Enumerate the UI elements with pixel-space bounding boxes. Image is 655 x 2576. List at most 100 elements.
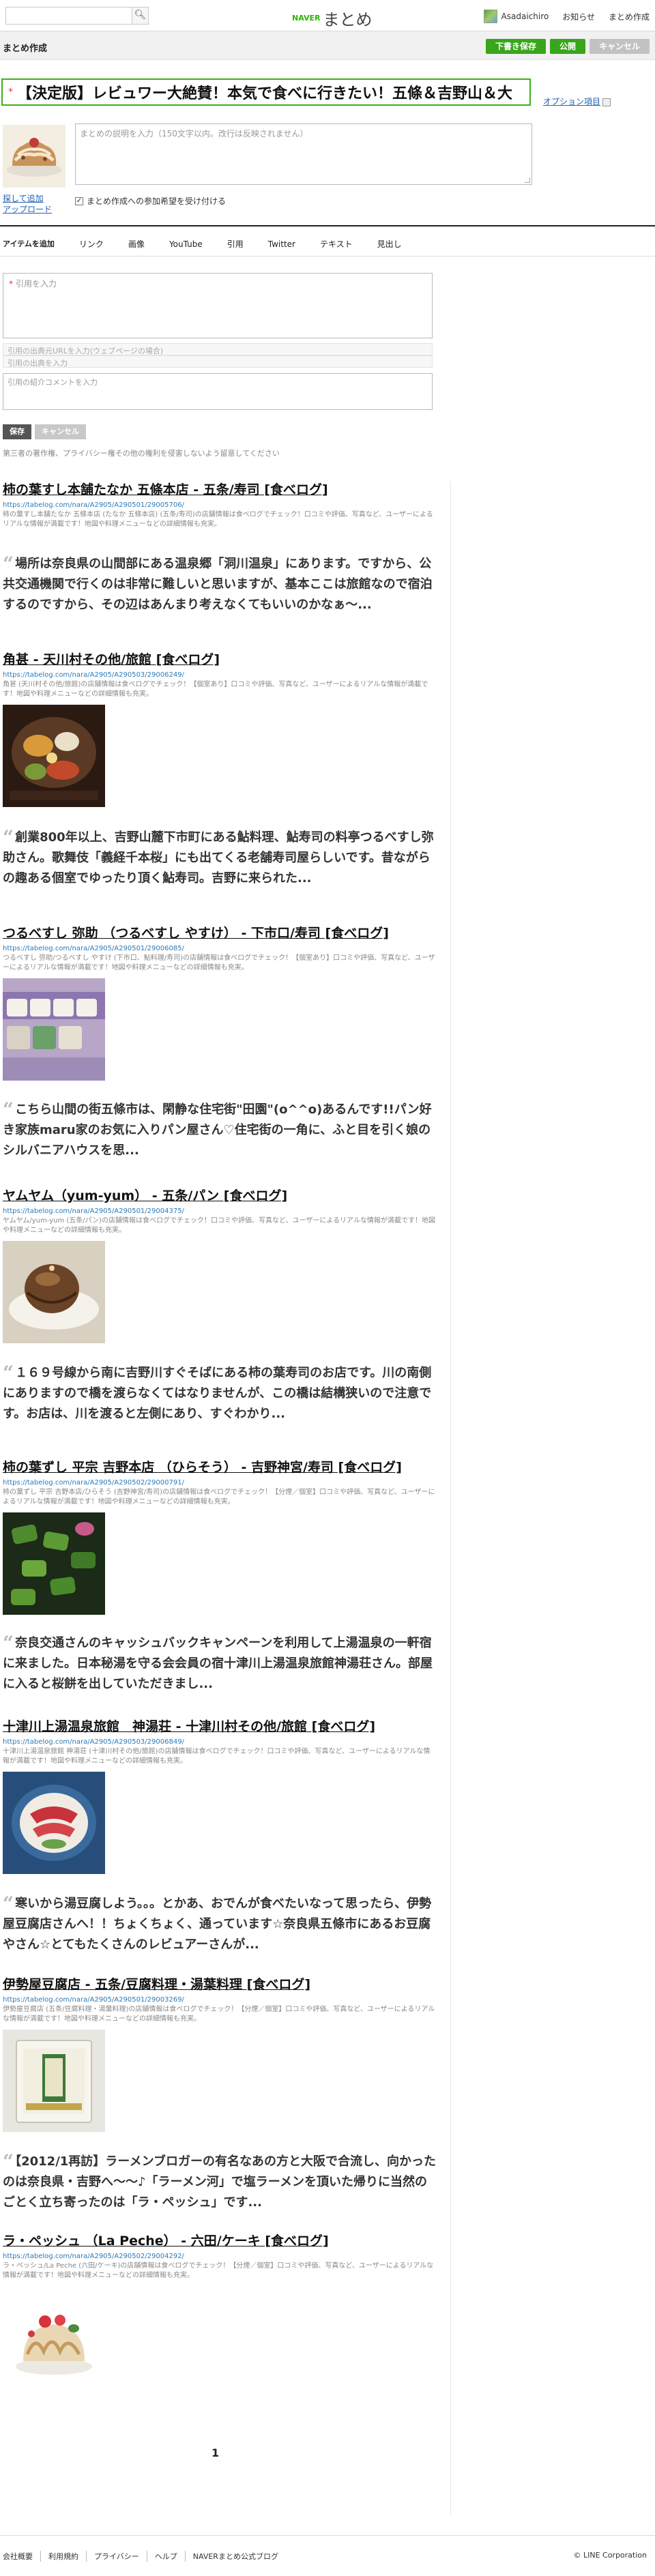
- footer: 会社概要 利用規約 プライバシー ヘルプ NAVERまとめ公式ブログ © LIN…: [0, 2535, 655, 2576]
- list-item-link: 十津川上湯温泉旅館 神湯荘 - 十津川村その他/旅館 [食べログ] https:…: [3, 1718, 439, 1874]
- link-title[interactable]: 伊勢屋豆腐店 - 五条/豆腐料理・湯葉料理 [食べログ]: [3, 1976, 439, 1993]
- list-item-quote: “創業800年以上、吉野山麓下市町にある鮎料理、鮎寿司の料亭つるべすし弥助さん。…: [3, 828, 439, 889]
- footer-link-help[interactable]: ヘルプ: [146, 2551, 185, 2562]
- quote-placeholder: 引用を入力: [16, 279, 57, 289]
- footer-links: 会社概要 利用規約 プライバシー ヘルプ NAVERまとめ公式ブログ: [3, 2551, 286, 2562]
- intro-comment-textarea[interactable]: 引用の紹介コメントを入力: [3, 373, 433, 410]
- option-toggle-icon: [602, 98, 611, 106]
- link-url[interactable]: https://tabelog.com/nara/A2905/A290501/2…: [3, 501, 439, 509]
- required-mark: *: [8, 87, 13, 98]
- link-title[interactable]: 角甚 - 天川村その他/旅館 [食べログ]: [3, 651, 439, 669]
- matome-title-value: 【決定版】レビュワー大絶賛！本気で食べに行きたい！五條＆吉野山＆大: [17, 85, 513, 102]
- description-textarea[interactable]: まとめの説明を入力（150文字以内。改行は反映されません）: [75, 123, 532, 185]
- upload-link[interactable]: アップロード: [3, 204, 52, 215]
- link-url[interactable]: https://tabelog.com/nara/A2905/A290502/2…: [3, 1479, 439, 1487]
- tab-text[interactable]: テキスト: [308, 232, 365, 257]
- matome-title-input[interactable]: * 【決定版】レビュワー大絶賛！本気で食べに行きたい！五條＆吉野山＆大: [1, 78, 531, 106]
- search-icon[interactable]: 🔍︎: [132, 8, 148, 24]
- save-draft-button[interactable]: 下書き保存: [485, 39, 546, 54]
- quote-mark-icon: “: [3, 1362, 14, 1384]
- quote-text: 奈良交通さんのキャッシュバックキャンペーンを利用して上湯温泉の一軒宿に来ました。…: [3, 1636, 433, 1691]
- column-divider: [450, 482, 451, 2515]
- footer-link-privacy[interactable]: プライバシー: [86, 2551, 147, 2562]
- link-title[interactable]: 柿の葉すし本舗たなか 五條本店 - 五条/寿司 [食べログ]: [3, 481, 439, 499]
- link-title[interactable]: ヤムヤム（yum-yum） - 五条/パン [食べログ]: [3, 1187, 439, 1205]
- link-thumbnail-image[interactable]: [3, 2286, 105, 2388]
- link-thumbnail-image[interactable]: [3, 1772, 105, 1874]
- list-item-link: 伊勢屋豆腐店 - 五条/豆腐料理・湯葉料理 [食べログ] https://tab…: [3, 1976, 439, 2132]
- link-url[interactable]: https://tabelog.com/nara/A2905/A290501/2…: [3, 1208, 439, 1215]
- participation-label: まとめ作成への参加希望を受け付ける: [87, 196, 227, 206]
- resize-grip-icon[interactable]: [525, 177, 530, 183]
- add-item-tabbar: アイテムを追加 リンク 画像 YouTube 引用 Twitter テキスト 見…: [0, 232, 655, 257]
- tab-twitter[interactable]: Twitter: [256, 232, 308, 257]
- pagination-current[interactable]: 1: [212, 2446, 219, 2459]
- quote-cancel-button[interactable]: キャンセル: [35, 424, 86, 439]
- link-url[interactable]: https://tabelog.com/nara/A2905/A290502/2…: [3, 2253, 439, 2260]
- tab-quote[interactable]: 引用: [215, 232, 256, 257]
- option-items-label: オプション項目: [543, 97, 601, 106]
- footer-link-company[interactable]: 会社概要: [3, 2551, 40, 2562]
- publish-button[interactable]: 公開: [549, 39, 585, 54]
- list-item-quote: “【2012/1再訪】ラーメンブロガーの有名なあの方と大阪で合流し、向かったのは…: [3, 2152, 439, 2213]
- nav-notifications[interactable]: お知らせ: [562, 11, 595, 23]
- link-url[interactable]: https://tabelog.com/nara/A2905/A290503/2…: [3, 1738, 439, 1746]
- nav-create-matome[interactable]: まとめ作成: [609, 11, 650, 23]
- quote-save-button[interactable]: 保存: [3, 424, 31, 439]
- link-url[interactable]: https://tabelog.com/nara/A2905/A290501/2…: [3, 1996, 439, 2004]
- link-thumbnail-image[interactable]: [3, 978, 105, 1081]
- quote-text: こちら山間の街五條市は、閑静な住宅街"田園"(o^^o)あるんです!!パン好き家…: [3, 1102, 432, 1158]
- user-menu[interactable]: Asadaichiro: [483, 10, 549, 23]
- list-item-quote: “奈良交通さんのキャッシュバックキャンペーンを利用して上湯温泉の一軒宿に来ました…: [3, 1633, 439, 1695]
- list-item-link: つるべすし 弥助 （つるべすし やすけ） - 下市口/寿司 [食べログ] htt…: [3, 924, 439, 1081]
- link-url[interactable]: https://tabelog.com/nara/A2905/A290503/2…: [3, 671, 439, 679]
- rights-notice: 第三者の著作権、プライバシー権その他の権利を侵害しないよう留意してください: [3, 449, 280, 458]
- participation-checkbox-row[interactable]: ✓ まとめ作成への参加希望を受け付ける: [75, 195, 226, 207]
- link-title[interactable]: 十津川上湯温泉旅館 神湯荘 - 十津川村その他/旅館 [食べログ]: [3, 1718, 439, 1736]
- edit-header: まとめ作成 下書き保存 公開 キャンセル: [0, 31, 655, 60]
- user-nav: Asadaichiro お知らせ まとめ作成: [483, 10, 650, 23]
- cancel-button[interactable]: キャンセル: [589, 39, 650, 54]
- quote-mark-icon: “: [3, 1632, 14, 1654]
- footer-link-blog[interactable]: NAVERまとめ公式ブログ: [184, 2551, 286, 2562]
- tab-heading[interactable]: 見出し: [365, 232, 414, 257]
- search-input[interactable]: 🔍︎: [5, 7, 149, 25]
- link-url[interactable]: https://tabelog.com/nara/A2905/A290501/2…: [3, 945, 439, 952]
- link-thumbnail-image[interactable]: [3, 1512, 105, 1615]
- list-item-quote: “１６９号線から南に吉野川すぐそばにある柿の葉寿司のお店です。川の南側にあります…: [3, 1363, 439, 1424]
- tab-image[interactable]: 画像: [116, 232, 157, 257]
- link-description: 柿の葉すし本舗たなか 五條本店 (たなか 五條本店) (五条/寿司)の店舗情報は…: [3, 511, 433, 528]
- site-logo[interactable]: NAVER まとめ: [292, 6, 372, 30]
- footer-link-terms[interactable]: 利用規約: [40, 2551, 86, 2562]
- link-thumbnail-image[interactable]: [3, 1241, 105, 1343]
- link-description: 柿の葉ずし 平宗 吉野本店/ひらそう (吉野神宮/寿司)の店舗情報は食べログでチ…: [3, 1489, 435, 1506]
- tab-add-item: アイテムを追加: [3, 239, 55, 248]
- quote-text: 創業800年以上、吉野山麓下市町にある鮎料理、鮎寿司の料亭つるべすし弥助さん。歌…: [3, 830, 434, 886]
- source-url-input[interactable]: 引用の出典元URLを入力(ウェブページの場合): [3, 343, 433, 355]
- link-thumbnail-image[interactable]: [3, 2030, 105, 2132]
- user-name: Asadaichiro: [501, 12, 549, 21]
- tab-youtube[interactable]: YouTube: [157, 232, 215, 257]
- link-description: 角甚 (天川村その他/旅館)の店舗情報は食べログでチェック！【個室あり】口コミや…: [3, 681, 428, 698]
- link-description: 伊勢屋豆腐店 (五条/豆腐料理・湯葉料理)の店舗情報は食べログでチェック！【分煙…: [3, 2006, 435, 2023]
- list-item-link: 角甚 - 天川村その他/旅館 [食べログ] https://tabelog.co…: [3, 651, 439, 807]
- quote-textarea[interactable]: * 引用を入力: [3, 273, 433, 338]
- participation-checkbox[interactable]: ✓: [75, 196, 83, 205]
- quote-text: 場所は奈良県の山間部にある温泉郷「洞川温泉」にあります。ですから、公共交通機関で…: [3, 557, 433, 612]
- link-title[interactable]: 柿の葉ずし 平宗 吉野本店 （ひらそう） - 吉野神宮/寿司 [食べログ]: [3, 1459, 439, 1476]
- list-item-quote: “場所は奈良県の山間部にある温泉郷「洞川温泉」にあります。ですから、公共交通機関…: [3, 554, 439, 615]
- quote-mark-icon: “: [3, 553, 14, 575]
- header-buttons: 下書き保存 公開 キャンセル: [485, 39, 650, 54]
- link-title[interactable]: ラ・ペッシュ （La Peche） - 六田/ケーキ [食べログ]: [3, 2232, 439, 2250]
- list-item-link: ラ・ペッシュ （La Peche） - 六田/ケーキ [食べログ] https:…: [3, 2232, 439, 2388]
- tab-link[interactable]: リンク: [67, 232, 116, 257]
- option-items-link[interactable]: オプション項目: [543, 96, 611, 107]
- find-and-add-link[interactable]: 探して追加: [3, 193, 52, 204]
- link-title[interactable]: つるべすし 弥助 （つるべすし やすけ） - 下市口/寿司 [食べログ]: [3, 924, 439, 942]
- quote-mark-icon: “: [3, 1098, 14, 1121]
- matome-thumbnail: [3, 125, 66, 188]
- section-divider: [0, 225, 655, 226]
- link-thumbnail-image[interactable]: [3, 705, 105, 807]
- list-item-link: 柿の葉ずし 平宗 吉野本店 （ひらそう） - 吉野神宮/寿司 [食べログ] ht…: [3, 1459, 439, 1615]
- source-title-input[interactable]: 引用の出典を入力: [3, 355, 433, 368]
